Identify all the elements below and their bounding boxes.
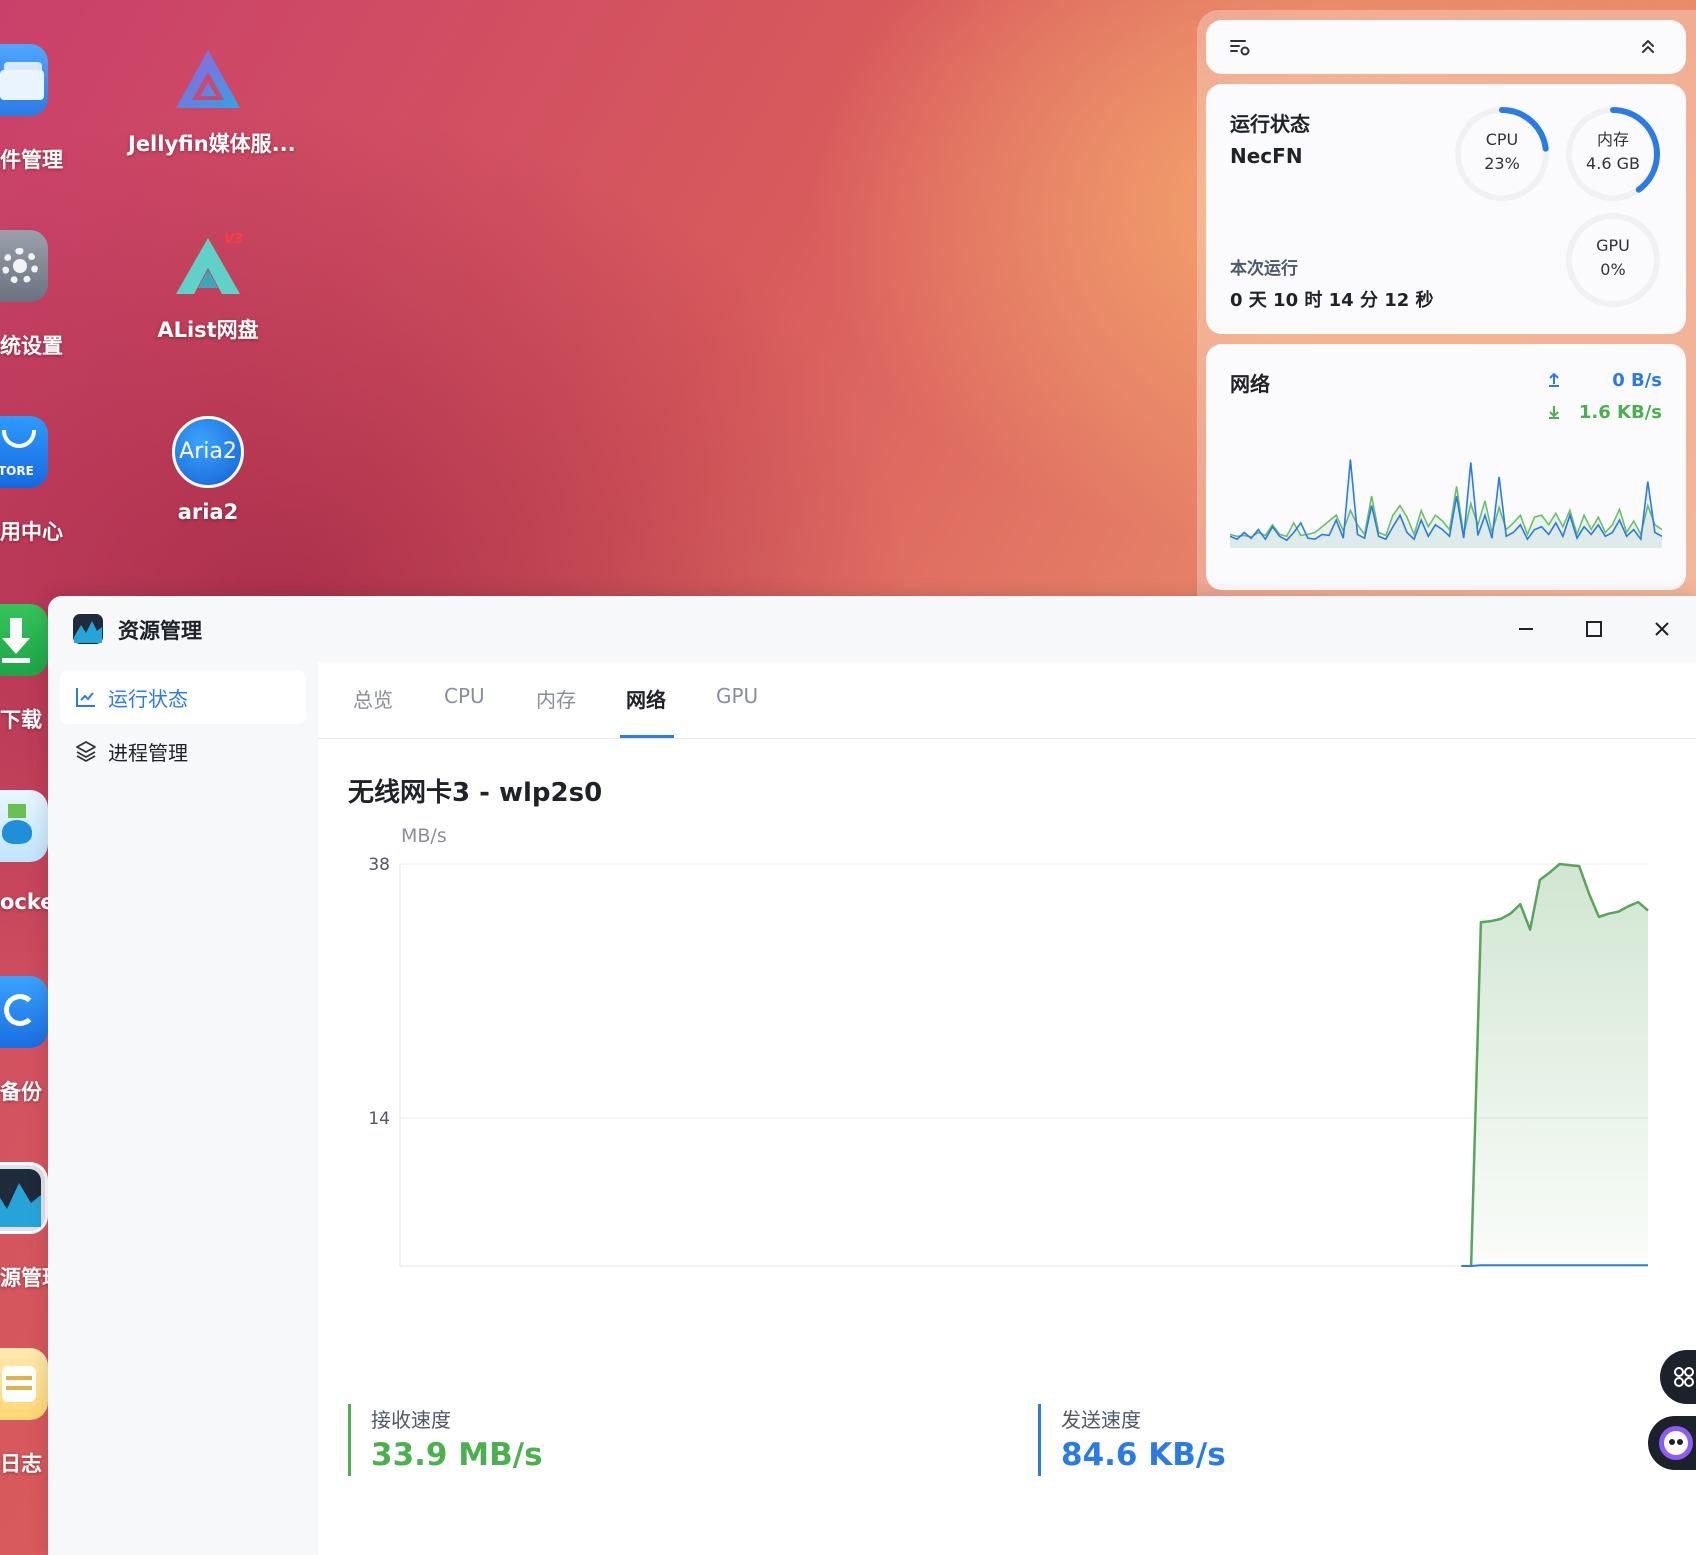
memory-ring-value: 4.6 GB (1586, 154, 1640, 173)
backup-app-label[interactable]: 备份 (0, 1076, 42, 1106)
uptime-label: 本次运行 (1230, 259, 1298, 279)
network-mini-chart (1230, 459, 1662, 548)
aria2-icon-text: Aria2 (179, 439, 237, 464)
download-app-icon[interactable] (0, 604, 48, 676)
download-app-label[interactable]: 下载 (0, 704, 42, 734)
backup-app-icon[interactable] (0, 976, 48, 1048)
aria2-label: aria2 (177, 500, 239, 524)
collapse-widgets-icon[interactable] (1636, 35, 1660, 59)
minimize-icon[interactable] (1510, 613, 1542, 645)
cpu-ring-value: 23% (1484, 154, 1520, 173)
grid-icon (1674, 1367, 1694, 1387)
active-tab-indicator (620, 735, 674, 738)
receive-speed-label: 接收速度 (371, 1408, 451, 1432)
memory-ring-label: 内存 (1596, 130, 1629, 149)
assistant-face-icon (1659, 1426, 1693, 1460)
system-settings-app-label[interactable]: 统设置 (0, 330, 63, 360)
maximize-icon[interactable] (1578, 613, 1610, 645)
resource-manager-window-icon (73, 614, 103, 644)
tab-bar: 总览 CPU 内存 网络 GPU (318, 662, 1696, 739)
log-app-label[interactable]: 日志 (0, 1448, 42, 1478)
resource-manager-app-icon[interactable] (0, 1162, 48, 1234)
receive-speed-value: 33.9 MB/s (371, 1437, 543, 1473)
layers-icon (76, 741, 96, 762)
cpu-ring-label: CPU (1485, 130, 1519, 149)
docker-app-icon[interactable] (0, 790, 48, 862)
tab-overview[interactable]: 总览 (353, 684, 393, 713)
gpu-ring-value: 0% (1600, 260, 1626, 279)
send-series-line (1461, 1264, 1648, 1267)
gpu-ring-label: GPU (1596, 236, 1630, 255)
gpu-ring: GPU 0% (1565, 212, 1661, 308)
status-widget-title: 运行状态 (1230, 112, 1310, 136)
mini-upload-line-fill (1230, 459, 1662, 548)
aria2-icon: Aria2 (172, 416, 244, 488)
cpu-ring: CPU 23% (1454, 106, 1550, 202)
jellyfin-label: Jellyfin媒体服... (128, 132, 296, 156)
adapter-title: 无线网卡3 - wlp2s0 (348, 778, 603, 808)
network-widget-title: 网络 (1230, 372, 1270, 396)
window-title: 资源管理 (118, 619, 202, 643)
send-speed-stat: 发送速度 84.6 KB/s (1038, 1404, 1226, 1476)
tab-gpu[interactable]: GPU (716, 684, 758, 708)
send-speed-label: 发送速度 (1061, 1408, 1141, 1432)
window-titlebar[interactable]: 资源管理 (48, 596, 1696, 662)
download-speed: 1.6 KB/s (1578, 402, 1662, 423)
tab-cpu[interactable]: CPU (444, 684, 485, 708)
system-settings-app-icon[interactable] (0, 230, 48, 302)
y-tick-label: 14 (368, 1109, 390, 1129)
alist-version-badge: V3 (224, 232, 244, 247)
receive-speed-stat: 接收速度 33.9 MB/s (348, 1404, 543, 1476)
y-tick-label: 38 (368, 855, 390, 875)
network-widget[interactable]: 网络 0 B/s 1.6 KB/s (1206, 344, 1686, 590)
widget-panel: 运行状态 NecFN 本次运行 0 天 10 时 14 分 12 秒 CPU 2… (1197, 10, 1696, 620)
window-sidebar: 运行状态 进程管理 (48, 662, 318, 1555)
aria2-app[interactable]: Aria2 aria2 (128, 416, 288, 524)
network-speed-chart: MB/s 14 38 (368, 825, 1649, 1267)
sidebar-item-process-management[interactable]: 进程管理 (60, 724, 306, 778)
file-manager-app-label[interactable]: 件管理 (0, 144, 63, 174)
hostname: NecFN (1230, 144, 1303, 168)
app-store-badge: TORE (0, 464, 34, 478)
memory-ring: 内存 4.6 GB (1565, 106, 1661, 202)
alist-app[interactable]: V3 AList网盘 (128, 230, 288, 344)
upload-arrow-icon (1549, 372, 1559, 387)
window-content: 总览 CPU 内存 网络 GPU 无线网卡3 - wlp2s0 MB/s 14 38… (318, 662, 1696, 1555)
close-icon[interactable] (1646, 613, 1678, 645)
line-chart-icon (76, 688, 95, 707)
widget-toolbar (1206, 20, 1686, 74)
send-speed-value: 84.6 KB/s (1061, 1437, 1226, 1473)
jellyfin-app[interactable]: Jellyfin媒体服... (128, 44, 296, 158)
file-manager-app-icon[interactable] (0, 44, 48, 116)
assistant-button[interactable] (1648, 1416, 1696, 1470)
log-app-icon[interactable] (0, 1348, 48, 1420)
upload-speed: 0 B/s (1612, 370, 1662, 391)
receive-area-fill (1471, 864, 1648, 1266)
jellyfin-icon (176, 50, 240, 108)
alist-label: AList网盘 (157, 318, 259, 342)
y-axis-unit-label: MB/s (401, 825, 447, 847)
sidebar-item-label: 运行状态 (108, 686, 188, 711)
widget-settings-icon[interactable] (1228, 35, 1252, 59)
resource-manager-window: 资源管理 运行状态 进程管理 总览 CPU 内存 网络 GPU 无线网卡3 - … (48, 596, 1696, 1555)
sidebar-item-label: 进程管理 (108, 740, 188, 765)
tab-memory[interactable]: 内存 (536, 684, 576, 713)
uptime-value: 0 天 10 时 14 分 12 秒 (1230, 290, 1434, 311)
app-store-icon[interactable]: TORE (0, 416, 48, 488)
download-arrow-icon (1549, 406, 1559, 419)
app-center-label[interactable]: 用中心 (0, 516, 63, 546)
status-widget[interactable]: 运行状态 NecFN 本次运行 0 天 10 时 14 分 12 秒 CPU 2… (1206, 84, 1686, 334)
tab-network[interactable]: 网络 (626, 684, 666, 713)
sidebar-item-running-status[interactable]: 运行状态 (60, 670, 306, 724)
